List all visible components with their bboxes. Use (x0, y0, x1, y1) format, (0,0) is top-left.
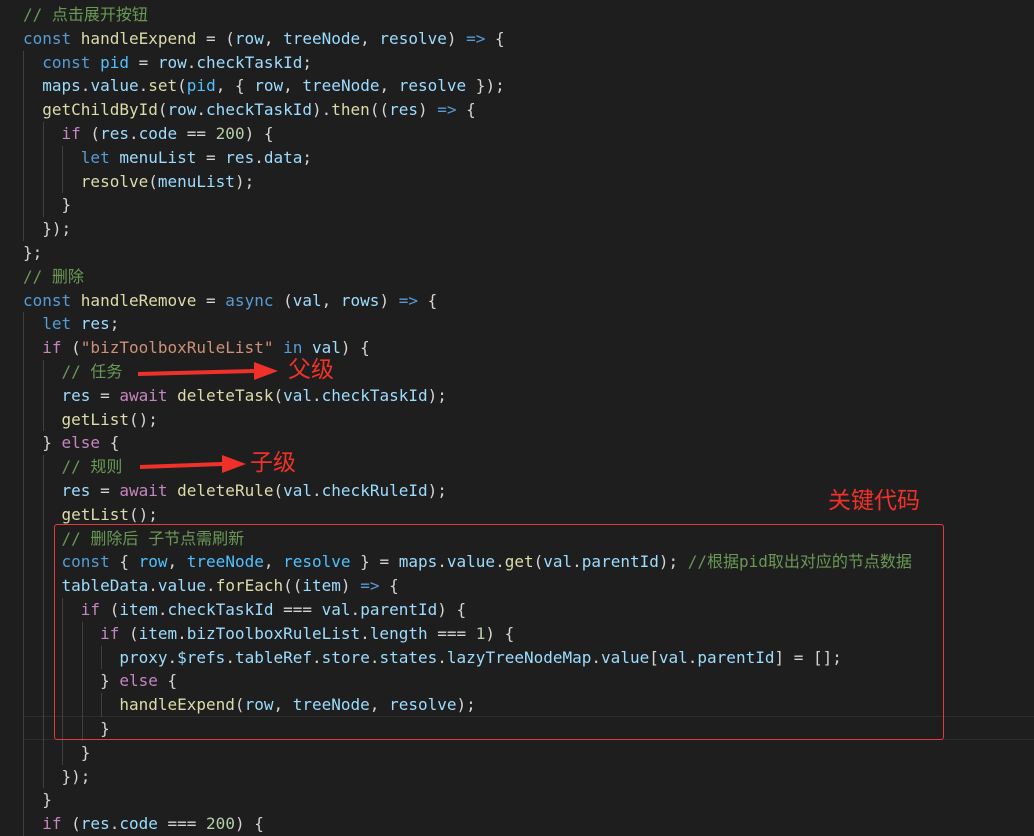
parent-arrow-icon (138, 362, 278, 380)
key-code-label: 关键代码 (828, 488, 920, 514)
child-arrow-icon (140, 455, 246, 473)
annotation-arrows (138, 362, 278, 473)
code-editor[interactable]: // 点击展开按钮 const handleExpend = (row, tree… (0, 0, 1034, 836)
parent-label: 父级 (288, 357, 334, 383)
child-label: 子级 (250, 450, 296, 476)
